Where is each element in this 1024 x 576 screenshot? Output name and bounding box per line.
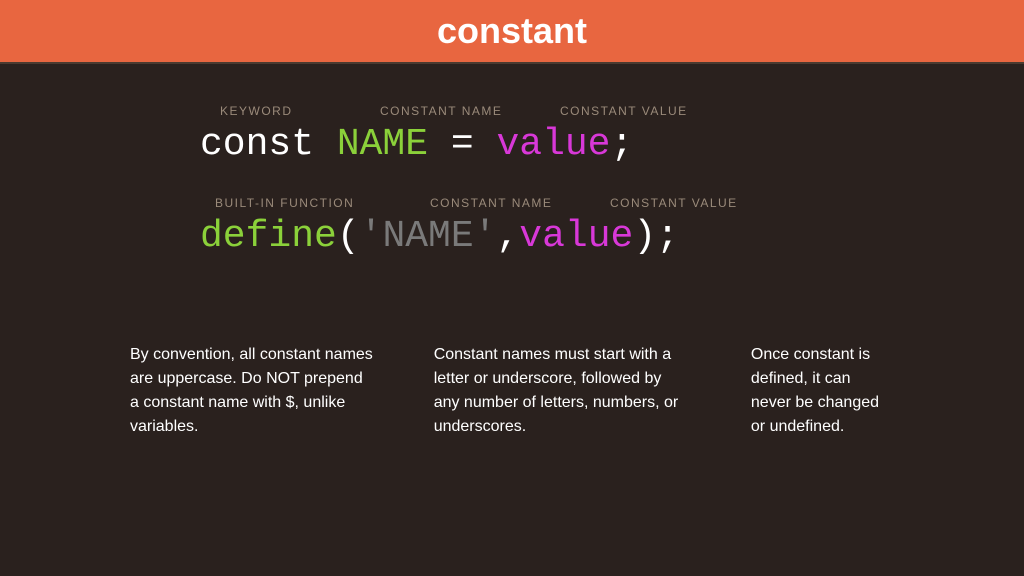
label-builtin-function: BUILT-IN FUNCTION [215, 196, 430, 210]
token-open-paren: ( [337, 215, 360, 258]
main-content: KEYWORD CONSTANT NAME CONSTANT VALUE con… [0, 64, 1024, 439]
label-constant-value: CONSTANT VALUE [610, 196, 790, 210]
token-name: NAME [337, 123, 428, 166]
note-naming-rules: Constant names must start with a letter … [434, 343, 691, 439]
token-value: value [519, 215, 633, 258]
token-semicolon: ; [611, 123, 634, 166]
note-immutability: Once constant is defined, it can never b… [751, 343, 894, 439]
slide-header: constant [0, 0, 1024, 64]
define-code-line: define('NAME',value); [200, 215, 924, 258]
token-define: define [200, 215, 337, 258]
token-comma: , [496, 215, 519, 258]
const-code-line: const NAME = value; [200, 123, 924, 166]
token-close-paren: ) [633, 215, 656, 258]
token-value: value [496, 123, 610, 166]
const-syntax-block: KEYWORD CONSTANT NAME CONSTANT VALUE con… [100, 104, 924, 166]
const-labels: KEYWORD CONSTANT NAME CONSTANT VALUE [220, 104, 924, 118]
slide-title: constant [437, 10, 587, 52]
token-quoted-name: 'NAME' [360, 215, 497, 258]
token-semicolon: ; [656, 215, 679, 258]
note-uppercase-convention: By convention, all constant names are up… [130, 343, 374, 439]
label-constant-name: CONSTANT NAME [380, 104, 560, 118]
label-keyword: KEYWORD [220, 104, 380, 118]
label-constant-name: CONSTANT NAME [430, 196, 610, 210]
define-labels: BUILT-IN FUNCTION CONSTANT NAME CONSTANT… [215, 196, 924, 210]
token-equals: = [428, 123, 496, 166]
define-syntax-block: BUILT-IN FUNCTION CONSTANT NAME CONSTANT… [100, 196, 924, 258]
notes-row: By convention, all constant names are up… [100, 343, 924, 439]
token-const: const [200, 123, 337, 166]
label-constant-value: CONSTANT VALUE [560, 104, 740, 118]
